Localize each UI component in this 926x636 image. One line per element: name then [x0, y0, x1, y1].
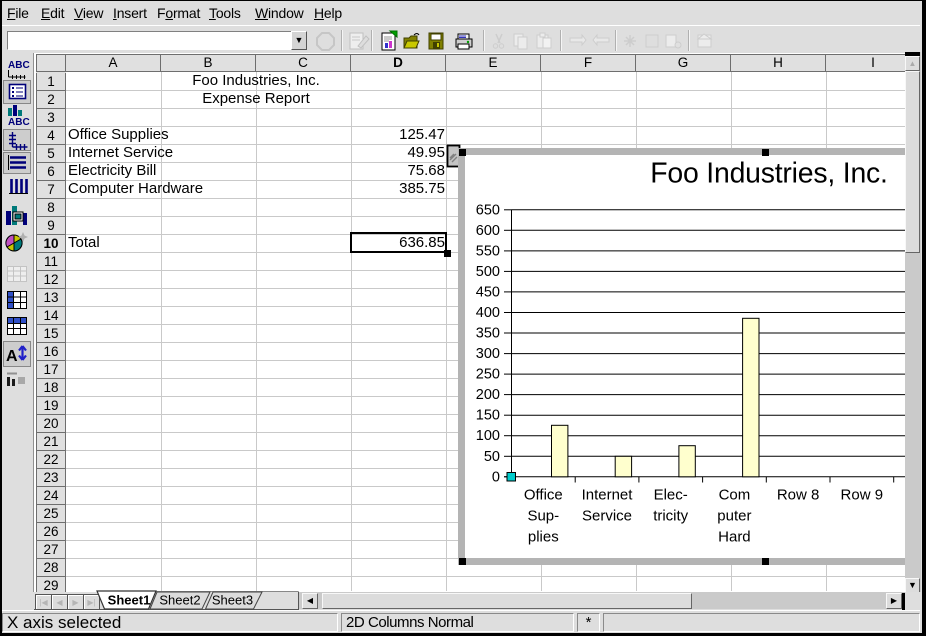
svg-text:Sup-: Sup-: [527, 508, 559, 525]
svg-text:0: 0: [492, 469, 500, 485]
svg-text:Hard: Hard: [718, 529, 751, 546]
svg-text:450: 450: [476, 284, 500, 300]
svg-text:Office: Office: [524, 487, 563, 504]
svg-text:Sheet2: Sheet2: [159, 593, 200, 608]
svg-text:Sheet3: Sheet3: [212, 593, 253, 608]
svg-text:Internet: Internet: [582, 487, 634, 504]
svg-text:Row 9: Row 9: [841, 487, 884, 504]
svg-text:550: 550: [476, 243, 500, 259]
svg-text:ABC: ABC: [8, 117, 30, 128]
svg-text:A: A: [6, 348, 18, 365]
svg-text:150: 150: [476, 408, 500, 424]
svg-text:350: 350: [476, 326, 500, 342]
svg-text:400: 400: [476, 305, 500, 321]
svg-text:300: 300: [476, 346, 500, 362]
svg-text:600: 600: [476, 223, 500, 239]
svg-text:50: 50: [484, 449, 500, 465]
svg-text:Com: Com: [719, 487, 751, 504]
svg-text:Service: Service: [582, 508, 632, 525]
svg-text:650: 650: [476, 202, 500, 218]
svg-text:500: 500: [476, 264, 500, 280]
svg-text:tricity: tricity: [653, 508, 688, 525]
svg-text:Row 8: Row 8: [777, 487, 820, 504]
svg-text:Sheet1: Sheet1: [108, 593, 151, 608]
svg-text:100: 100: [476, 428, 500, 444]
svg-text:250: 250: [476, 367, 500, 383]
svg-text:Foo Industries, Inc.: Foo Industries, Inc.: [650, 158, 887, 190]
svg-text:plies: plies: [528, 529, 559, 546]
svg-text:200: 200: [476, 387, 500, 403]
svg-text:Elec-: Elec-: [654, 487, 688, 504]
svg-text:ABC: ABC: [8, 60, 30, 71]
svg-text:puter: puter: [717, 508, 751, 525]
